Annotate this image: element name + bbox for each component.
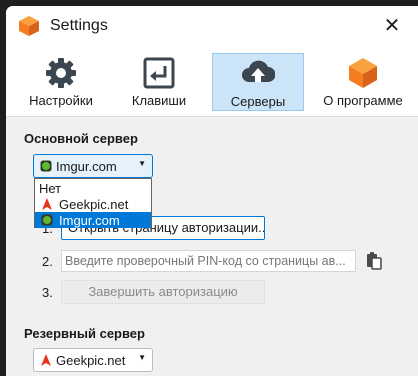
geekpic-icon [42,198,52,210]
paste-icon[interactable] [366,252,382,270]
tab-settings[interactable]: Настройки [16,53,106,111]
window-title: Settings [50,17,108,34]
pin-code-input[interactable]: Введите проверочный PIN-код со страницы … [61,250,356,272]
dropdown-option-geekpic[interactable]: Geekpic.net [35,196,151,212]
dropdown-option-imgur[interactable]: Imgur.com [35,212,151,228]
imgur-icon [40,160,52,172]
step-2-number: 2. [42,254,53,269]
close-button[interactable]: ✕ [380,14,404,38]
backup-server-select[interactable]: Geekpic.net ▼ [33,348,153,372]
settings-window: Settings ✕ Настройки Клавиши Серверы О п… [6,6,418,376]
option-label: Нет [39,181,62,196]
finish-auth-button[interactable]: Завершить авторизацию [61,280,265,304]
primary-server-value: Imgur.com [56,159,117,174]
close-icon: ✕ [383,15,401,37]
geekpic-icon [41,354,51,366]
app-logo-icon [349,58,377,88]
cloud-upload-icon [242,60,275,82]
option-label: Geekpic.net [59,197,129,212]
chevron-down-icon: ▼ [138,159,146,168]
tab-servers-label: Серверы [230,94,286,109]
app-logo-icon [19,16,39,36]
imgur-icon [41,214,53,226]
settings-toolbar: Настройки Клавиши Серверы О программе [6,46,418,117]
dropdown-option-none[interactable]: Нет [35,180,151,196]
tab-servers[interactable]: Серверы [212,53,304,111]
primary-server-dropdown: Нет Geekpic.net Imgur.com [34,178,152,228]
primary-server-heading: Основной сервер [24,131,138,146]
primary-server-select[interactable]: Imgur.com ▼ [33,154,153,178]
tab-hotkeys[interactable]: Клавиши [114,53,204,111]
keyboard-enter-icon [143,57,175,89]
tab-about-label: О программе [323,93,403,108]
title-bar: Settings ✕ [6,6,418,46]
backup-server-heading: Резервный сервер [24,326,145,341]
chevron-down-icon: ▼ [138,353,146,362]
gear-icon [46,58,76,88]
backup-server-value: Geekpic.net [56,353,126,368]
tab-settings-label: Настройки [29,93,93,108]
step-3-number: 3. [42,285,53,300]
option-label: Imgur.com [59,213,120,228]
tab-about[interactable]: О программе [312,53,414,111]
servers-panel: Основной сервер Imgur.com ▼ Нет Geekpic.… [6,117,418,376]
tab-hotkeys-label: Клавиши [131,93,187,108]
